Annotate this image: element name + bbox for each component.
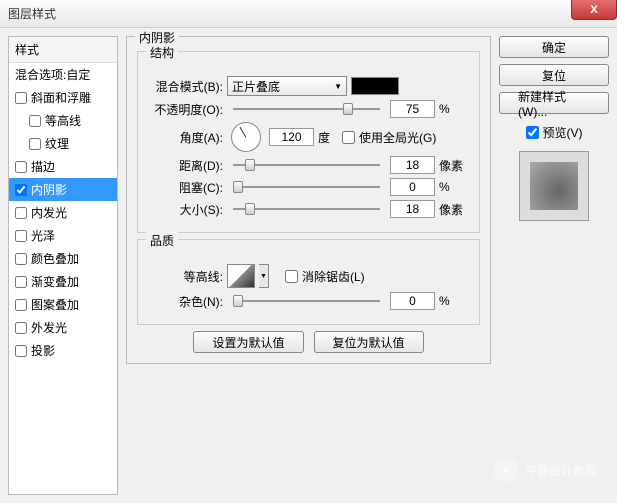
outer-glow-item[interactable]: 外发光 <box>9 316 117 339</box>
drop-shadow-item[interactable]: 投影 <box>9 339 117 362</box>
opacity-input[interactable] <box>390 100 435 118</box>
dialog-body: 样式 混合选项:自定 斜面和浮雕 等高线 纹理 描边 内阴影 内发光 光泽 颜色… <box>0 28 617 503</box>
window-title: 图层样式 <box>8 5 56 22</box>
restore-default-button[interactable]: 复位为默认值 <box>314 331 424 353</box>
wechat-icon: ✶ <box>493 457 519 483</box>
opacity-slider[interactable] <box>233 101 380 117</box>
global-light-checkbox[interactable] <box>342 131 355 144</box>
antialias-label: 消除锯齿(L) <box>302 268 365 285</box>
angle-input[interactable] <box>269 128 314 146</box>
distance-slider[interactable] <box>233 157 380 173</box>
size-input[interactable] <box>390 200 435 218</box>
gradient-overlay-item[interactable]: 渐变叠加 <box>9 270 117 293</box>
preview-thumbnail <box>519 151 589 221</box>
pattern-overlay-item[interactable]: 图案叠加 <box>9 293 117 316</box>
noise-slider[interactable] <box>233 293 380 309</box>
set-default-button[interactable]: 设置为默认值 <box>193 331 303 353</box>
shadow-color-swatch[interactable] <box>351 77 399 95</box>
noise-row: 杂色(N): % <box>148 292 469 310</box>
structure-title: 结构 <box>146 44 178 61</box>
noise-input[interactable] <box>390 292 435 310</box>
contour-label: 等高线: <box>148 268 223 285</box>
contour-swatch[interactable] <box>227 264 255 288</box>
distance-unit: 像素 <box>439 157 469 174</box>
choke-row: 阻塞(C): % <box>148 178 469 196</box>
titlebar: 图层样式 X <box>0 0 617 28</box>
bevel-item[interactable]: 斜面和浮雕 <box>9 86 117 109</box>
choke-unit: % <box>439 180 469 194</box>
blend-mode-dropdown[interactable]: 正片叠底 <box>227 76 347 96</box>
inner-shadow-checkbox[interactable] <box>15 184 27 196</box>
blend-options-item[interactable]: 混合选项:自定 <box>9 63 117 86</box>
center-panel: 内阴影 结构 混合模式(B): 正片叠底 不透明度(O): % 角度(A): <box>126 36 491 495</box>
size-row: 大小(S): 像素 <box>148 200 469 218</box>
distance-input[interactable] <box>390 156 435 174</box>
close-button[interactable]: X <box>571 0 617 20</box>
preview-check-row: 预览(V) <box>499 124 609 141</box>
structure-group: 结构 混合模式(B): 正片叠底 不透明度(O): % 角度(A): 度 <box>137 51 480 233</box>
angle-row: 角度(A): 度 使用全局光(G) <box>148 122 469 152</box>
noise-label: 杂色(N): <box>148 293 223 310</box>
size-unit: 像素 <box>439 201 469 218</box>
opacity-unit: % <box>439 102 469 116</box>
contour-row: 等高线: ▼ 消除锯齿(L) <box>148 264 469 288</box>
watermark: ✶ 平面设计教程 <box>493 457 597 483</box>
default-buttons-row: 设置为默认值 复位为默认值 <box>137 331 480 353</box>
opacity-label: 不透明度(O): <box>148 101 223 118</box>
global-light-label: 使用全局光(G) <box>359 129 436 146</box>
inner-glow-checkbox[interactable] <box>15 207 27 219</box>
contour-checkbox[interactable] <box>29 115 41 127</box>
angle-dial[interactable] <box>231 122 261 152</box>
choke-input[interactable] <box>390 178 435 196</box>
choke-slider[interactable] <box>233 179 380 195</box>
angle-unit: 度 <box>318 129 330 146</box>
watermark-text: 平面设计教程 <box>525 462 597 479</box>
inner-shadow-item[interactable]: 内阴影 <box>9 178 117 201</box>
main-group: 内阴影 结构 混合模式(B): 正片叠底 不透明度(O): % 角度(A): <box>126 36 491 364</box>
bevel-checkbox[interactable] <box>15 92 27 104</box>
quality-title: 品质 <box>146 232 178 249</box>
cancel-button[interactable]: 复位 <box>499 64 609 86</box>
color-overlay-checkbox[interactable] <box>15 253 27 265</box>
gradient-overlay-checkbox[interactable] <box>15 276 27 288</box>
noise-unit: % <box>439 294 469 308</box>
texture-checkbox[interactable] <box>29 138 41 150</box>
angle-label: 角度(A): <box>148 129 223 146</box>
preview-checkbox[interactable] <box>526 126 539 139</box>
preview-label: 预览(V) <box>543 124 583 141</box>
blend-mode-label: 混合模式(B): <box>148 78 223 95</box>
ok-button[interactable]: 确定 <box>499 36 609 58</box>
blend-mode-row: 混合模式(B): 正片叠底 <box>148 76 469 96</box>
styles-list: 样式 混合选项:自定 斜面和浮雕 等高线 纹理 描边 内阴影 内发光 光泽 颜色… <box>8 36 118 495</box>
stroke-checkbox[interactable] <box>15 161 27 173</box>
contour-dropdown-arrow[interactable]: ▼ <box>259 264 269 288</box>
quality-group: 品质 等高线: ▼ 消除锯齿(L) 杂色(N): % <box>137 239 480 325</box>
pattern-overlay-checkbox[interactable] <box>15 299 27 311</box>
styles-header: 样式 <box>9 37 117 63</box>
satin-item[interactable]: 光泽 <box>9 224 117 247</box>
new-style-button[interactable]: 新建样式(W)... <box>499 92 609 114</box>
antialias-checkbox[interactable] <box>285 270 298 283</box>
right-panel: 确定 复位 新建样式(W)... 预览(V) <box>499 36 609 495</box>
stroke-item[interactable]: 描边 <box>9 155 117 178</box>
satin-checkbox[interactable] <box>15 230 27 242</box>
drop-shadow-checkbox[interactable] <box>15 345 27 357</box>
contour-item[interactable]: 等高线 <box>9 109 117 132</box>
choke-label: 阻塞(C): <box>148 179 223 196</box>
distance-row: 距离(D): 像素 <box>148 156 469 174</box>
texture-item[interactable]: 纹理 <box>9 132 117 155</box>
opacity-row: 不透明度(O): % <box>148 100 469 118</box>
size-slider[interactable] <box>233 201 380 217</box>
size-label: 大小(S): <box>148 201 223 218</box>
color-overlay-item[interactable]: 颜色叠加 <box>9 247 117 270</box>
distance-label: 距离(D): <box>148 157 223 174</box>
outer-glow-checkbox[interactable] <box>15 322 27 334</box>
inner-glow-item[interactable]: 内发光 <box>9 201 117 224</box>
